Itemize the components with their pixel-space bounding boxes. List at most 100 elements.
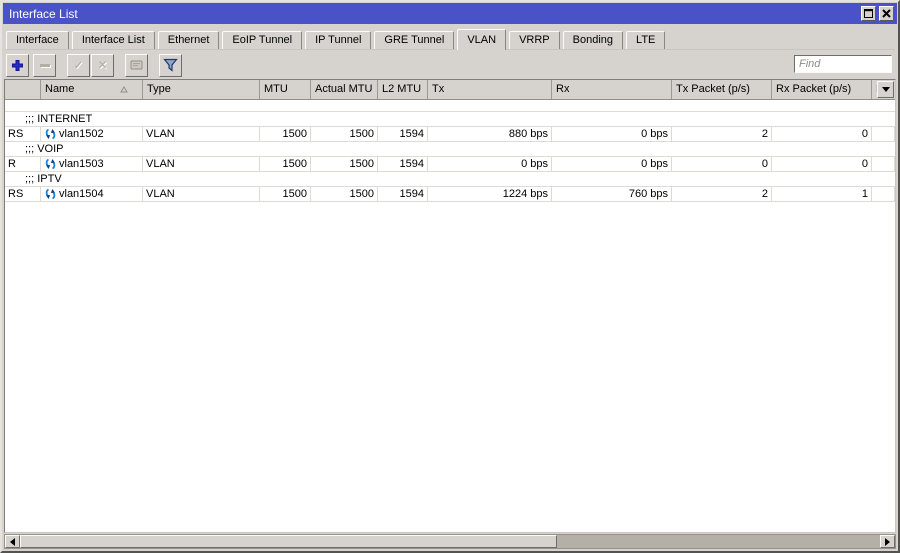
interface-list-window: Interface List Interface Interface List … (0, 0, 900, 553)
interface-name: vlan1503 (59, 157, 104, 171)
find-input[interactable] (794, 55, 892, 73)
disable-button[interactable]: ✕ (91, 54, 114, 77)
cell-tx-packet: 0 (672, 157, 772, 171)
close-button[interactable] (879, 6, 894, 21)
col-tx-packet[interactable]: Tx Packet (p/s) (672, 80, 772, 99)
table-body: ;;; INTERNETRSvlan1502VLAN15001500159488… (5, 100, 895, 202)
close-icon (882, 9, 891, 18)
tab-vrrp[interactable]: VRRP (509, 31, 560, 49)
cell-name: vlan1502 (41, 127, 143, 141)
interface-row[interactable]: RSvlan1504VLAN1500150015941224 bps760 bp… (5, 187, 895, 202)
funnel-icon (163, 58, 178, 72)
cell-mtu: 1500 (260, 157, 311, 171)
tab-eoip-tunnel[interactable]: EoIP Tunnel (222, 31, 302, 49)
cell-rx-packet: 0 (772, 127, 872, 141)
cell-type: VLAN (143, 127, 260, 141)
cell-rx: 760 bps (552, 187, 672, 201)
col-type[interactable]: Type (143, 80, 260, 99)
tab-interface[interactable]: Interface (6, 31, 69, 49)
comment-icon (130, 60, 143, 70)
cell-flags: R (5, 157, 41, 171)
add-button[interactable] (6, 54, 29, 77)
interface-row[interactable]: Rvlan1503VLAN1500150015940 bps0 bps00 (5, 157, 895, 172)
titlebar[interactable]: Interface List (3, 3, 897, 24)
cell-rx-packet: 1 (772, 187, 872, 201)
col-l2-mtu[interactable]: L2 MTU (378, 80, 428, 99)
vlan-icon (44, 188, 57, 200)
arrow-left-icon (10, 538, 15, 546)
cell-mtu: 1500 (260, 187, 311, 201)
cell-actual-mtu: 1500 (311, 127, 378, 141)
col-flags[interactable] (5, 80, 41, 99)
col-name-label: Name (45, 80, 74, 99)
tab-vlan[interactable]: VLAN (457, 29, 506, 50)
comment-row[interactable]: ;;; INTERNET (5, 112, 895, 127)
cross-icon: ✕ (97, 59, 107, 71)
toolbar: ✓ ✕ (6, 53, 186, 77)
cell-rx: 0 bps (552, 157, 672, 171)
cell-fl (872, 127, 895, 141)
arrow-right-icon (885, 538, 890, 546)
cell-tx: 0 bps (428, 157, 552, 171)
cell-flags: RS (5, 127, 41, 141)
cell-tx-packet: 2 (672, 187, 772, 201)
interface-table: Name Type MTU Actual MTU L2 MTU Tx Rx Tx… (4, 79, 896, 533)
column-selector-button[interactable] (877, 81, 894, 98)
cell-flags: RS (5, 187, 41, 201)
cell-actual-mtu: 1500 (311, 157, 378, 171)
vlan-icon (44, 158, 57, 170)
comment-row[interactable]: ;;; IPTV (5, 172, 895, 187)
col-fl[interactable]: Fl (872, 80, 895, 99)
cell-l2-mtu: 1594 (378, 157, 428, 171)
cell-tx: 880 bps (428, 127, 552, 141)
tab-bonding[interactable]: Bonding (563, 31, 623, 49)
col-name[interactable]: Name (41, 80, 143, 99)
maximize-button[interactable] (861, 6, 876, 21)
cell-tx-packet: 2 (672, 127, 772, 141)
check-icon: ✓ (73, 59, 83, 71)
chevron-down-icon (882, 87, 890, 92)
vlan-icon (44, 128, 57, 140)
minus-icon (40, 64, 50, 67)
col-mtu[interactable]: MTU (260, 80, 311, 99)
maximize-icon (864, 9, 873, 18)
filter-button[interactable] (159, 54, 182, 77)
table-header: Name Type MTU Actual MTU L2 MTU Tx Rx Tx… (5, 80, 895, 100)
col-rx-packet[interactable]: Rx Packet (p/s) (772, 80, 872, 99)
tab-ip-tunnel[interactable]: IP Tunnel (305, 31, 371, 49)
interface-name: vlan1504 (59, 187, 104, 201)
cell-fl (872, 157, 895, 171)
remove-button[interactable] (33, 54, 56, 77)
col-tx[interactable]: Tx (428, 80, 552, 99)
cell-type: VLAN (143, 157, 260, 171)
scrollbar-thumb[interactable] (20, 535, 557, 548)
cell-l2-mtu: 1594 (378, 187, 428, 201)
scroll-left-button[interactable] (5, 535, 20, 548)
comment-button[interactable] (125, 54, 148, 77)
interface-row[interactable]: RSvlan1502VLAN150015001594880 bps0 bps20 (5, 127, 895, 142)
cell-actual-mtu: 1500 (311, 187, 378, 201)
horizontal-scrollbar[interactable] (4, 534, 896, 549)
tab-gre-tunnel[interactable]: GRE Tunnel (374, 31, 454, 49)
cell-type: VLAN (143, 187, 260, 201)
tab-ethernet[interactable]: Ethernet (158, 31, 220, 49)
sort-ascending-icon (120, 86, 128, 93)
tabstrip: Interface Interface List Ethernet EoIP T… (6, 29, 895, 50)
plus-icon (11, 59, 24, 72)
cell-fl (872, 187, 895, 201)
cell-name: vlan1503 (41, 157, 143, 171)
col-actual-mtu[interactable]: Actual MTU (311, 80, 378, 99)
tab-lte[interactable]: LTE (626, 31, 665, 49)
cell-rx-packet: 0 (772, 157, 872, 171)
tab-interface-list[interactable]: Interface List (72, 31, 155, 49)
cell-l2-mtu: 1594 (378, 127, 428, 141)
enable-button[interactable]: ✓ (67, 54, 90, 77)
col-rx[interactable]: Rx (552, 80, 672, 99)
comment-row[interactable]: ;;; VOIP (5, 142, 895, 157)
window-title: Interface List (9, 7, 861, 21)
cell-rx: 0 bps (552, 127, 672, 141)
cell-tx: 1224 bps (428, 187, 552, 201)
scroll-right-button[interactable] (880, 535, 895, 548)
cell-mtu: 1500 (260, 127, 311, 141)
interface-name: vlan1502 (59, 127, 104, 141)
